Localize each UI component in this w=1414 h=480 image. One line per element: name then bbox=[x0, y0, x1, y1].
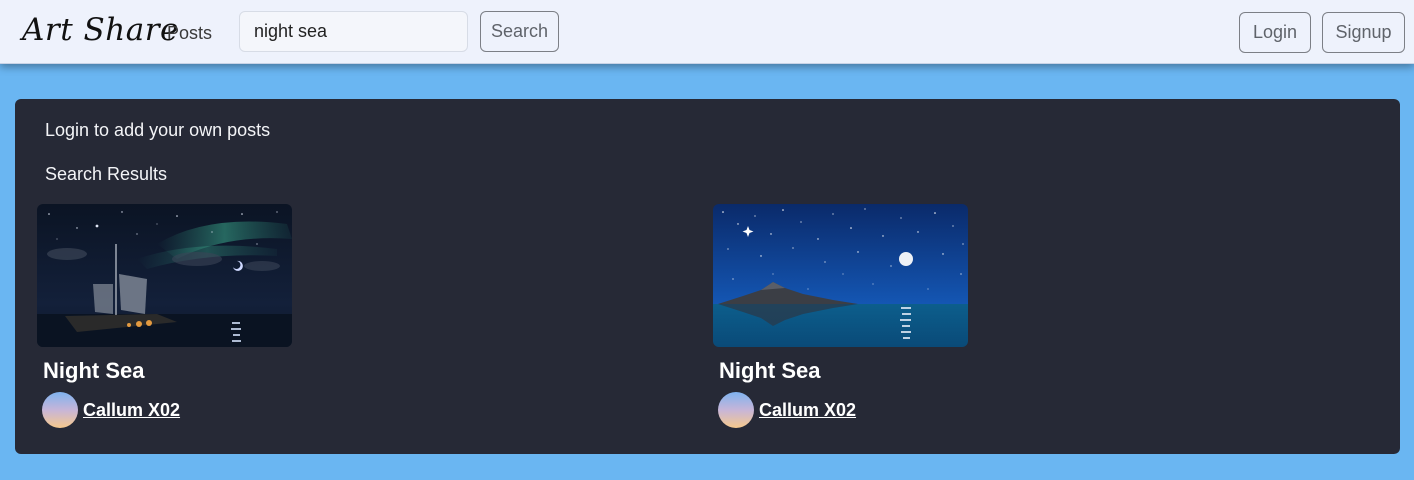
results-panel: Login to add your own posts Search Resul… bbox=[15, 99, 1400, 454]
avatar[interactable] bbox=[718, 392, 754, 428]
author-link[interactable]: Callum X02 bbox=[83, 400, 180, 421]
avatar[interactable] bbox=[42, 392, 78, 428]
post-card: Night Sea Callum X02 bbox=[37, 204, 457, 428]
search-results-heading: Search Results bbox=[45, 164, 168, 184]
nav-link-posts[interactable]: Posts bbox=[167, 23, 212, 44]
signup-button[interactable]: Signup bbox=[1322, 12, 1405, 53]
author-link[interactable]: Callum X02 bbox=[759, 400, 856, 421]
search-button[interactable]: Search bbox=[480, 11, 559, 52]
post-author: Callum X02 bbox=[718, 392, 856, 428]
post-card: Night Sea Callum X02 bbox=[713, 204, 1133, 428]
pirate-ship-night-sea-image[interactable] bbox=[37, 204, 292, 347]
brand-logo[interactable]: Art Share bbox=[22, 12, 179, 48]
post-title[interactable]: Night Sea bbox=[719, 358, 820, 384]
post-author: Callum X02 bbox=[42, 392, 180, 428]
post-title[interactable]: Night Sea bbox=[43, 358, 144, 384]
login-hint-text: Login to add your own posts bbox=[45, 120, 271, 140]
search-input[interactable] bbox=[239, 11, 468, 52]
moonlit-island-sea-image[interactable] bbox=[713, 204, 968, 347]
login-button[interactable]: Login bbox=[1239, 12, 1311, 53]
navbar: Art Share Posts Search Login Signup bbox=[0, 0, 1414, 64]
